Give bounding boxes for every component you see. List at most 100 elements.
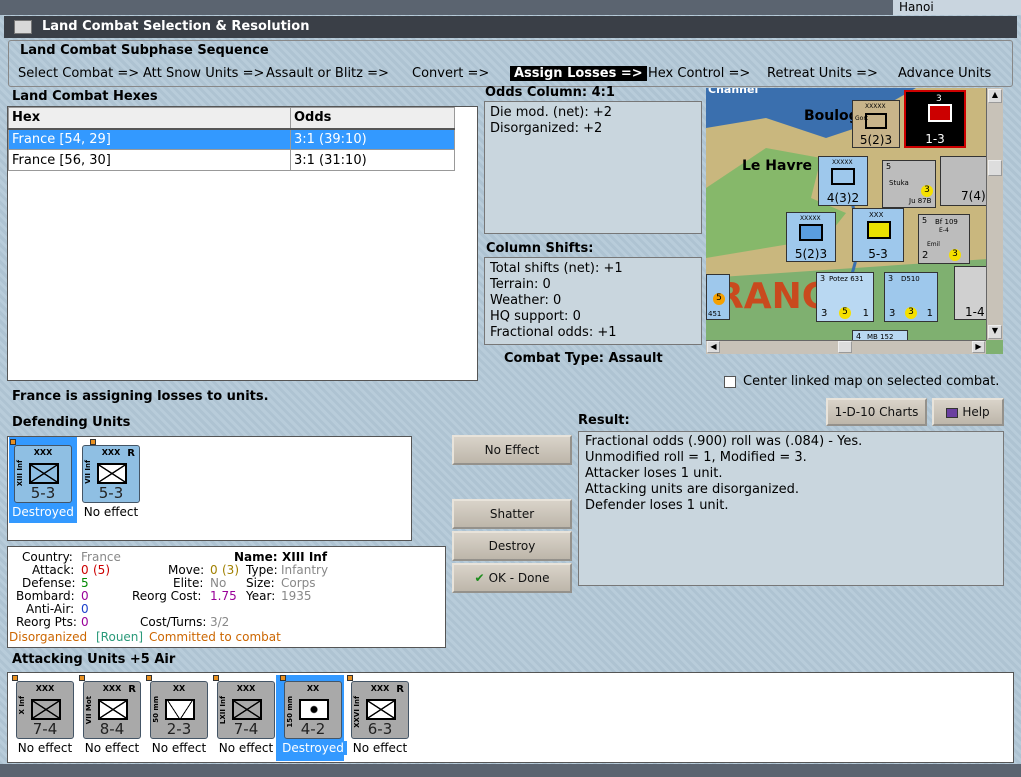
unit-marker — [146, 675, 152, 681]
hex-cell: France [56, 30] — [8, 149, 291, 171]
scroll-up-icon[interactable]: ▲ — [988, 89, 1002, 103]
map-unit-strength: 4(3)2 — [826, 191, 860, 205]
attacking-unit[interactable]: XXX X Inf 7-4 — [16, 681, 74, 739]
map-unit-potez[interactable]: 3 Potez 631 3 5 1 — [816, 272, 874, 322]
table-row[interactable]: France [56, 30] 3:1 (31:10) — [8, 149, 455, 171]
linked-map[interactable]: Channel Boulog Le Havre RANC XXXXX Gort … — [706, 88, 1003, 354]
map-unit-symbol — [831, 168, 855, 185]
infantry-icon — [31, 699, 61, 720]
shift-line: Total shifts (net): +1 — [490, 261, 623, 276]
reorg-cost-value: 1.75 — [210, 589, 237, 603]
map-unit-d510[interactable]: 3 D510 3 3 1 — [884, 272, 938, 322]
map-unit-billotte[interactable]: XXXXX 5(2)3 — [786, 212, 836, 262]
defending-units-panel: XXX XIII Inf 5-3 Destroyed XXX VII Inf R… — [7, 436, 412, 541]
map-unit-name: Potez 631 — [829, 275, 864, 283]
unit-marker — [12, 675, 18, 681]
taskbar-tab-hanoi[interactable]: Hanoi — [893, 0, 1021, 15]
attacking-unit[interactable]: XXX LXII Inf 7-4 — [217, 681, 275, 739]
unit-details-panel: Country: France Attack: 0 (5) Defense: 5… — [7, 546, 446, 648]
map-unit-gort[interactable]: XXXXX Gort 5(2)3 — [852, 100, 900, 148]
attacking-unit[interactable]: XXX XXVI Inf R 6-3 — [351, 681, 409, 739]
attacking-unit[interactable]: XX 50 mm 2-3 — [150, 681, 208, 739]
map-unit-top-number: 5 — [886, 162, 892, 171]
attacking-unit[interactable]: XXX VII Mot R 8-4 — [83, 681, 141, 739]
map-unit-strength: 1-4 — [965, 305, 985, 319]
country-value: France — [81, 550, 121, 564]
unit-size: XXX — [236, 684, 256, 693]
help-button[interactable]: Help — [932, 398, 1004, 426]
map-unit-name: Gort — [855, 115, 869, 122]
map-unit-sub: 451 — [708, 310, 722, 318]
scroll-left-icon[interactable]: ◀ — [707, 341, 720, 353]
destroy-button[interactable]: Destroy — [452, 531, 572, 561]
unit-name: X Inf — [18, 696, 26, 715]
defending-unit-vii-inf[interactable]: XXX VII Inf R 5-3 — [82, 445, 140, 503]
unit-strength: 6-3 — [367, 720, 393, 738]
hexes-table-panel: Hex Odds France [54, 29] 3:1 (39:10) Fra… — [7, 106, 478, 381]
map-unit-bf109[interactable]: 5 Bf 109 E-4 Emil 2 3 — [918, 214, 970, 264]
map-unit-strength: 5(2)3 — [794, 247, 828, 261]
map-unit-stuka[interactable]: 5 Stuka Ju 87B 3 — [882, 160, 936, 208]
map-unit-top-number: 3 — [888, 274, 894, 283]
charts-button[interactable]: 1-D-10 Charts — [826, 398, 927, 426]
map-unit-georges[interactable]: XXXXX 4(3)2 — [818, 156, 868, 206]
map-unit-pilot: Emil — [927, 241, 940, 248]
attack-value: 0 — [81, 563, 89, 577]
map-unit-att: 3 — [821, 308, 828, 319]
location-flag: [Rouen] — [96, 630, 144, 644]
unit-name: XIII Inf — [16, 460, 24, 487]
status-text: France is assigning losses to units. — [12, 389, 269, 404]
table-row[interactable]: France [54, 29] 3:1 (39:10) — [8, 128, 455, 150]
map-unit-top-number: 3 — [936, 94, 942, 104]
window-system-icon[interactable] — [14, 20, 32, 34]
taskbar: Hanoi — [0, 0, 1021, 15]
odds-heading: Odds Column: 4:1 — [485, 85, 615, 100]
result-line: Defender loses 1 unit. — [585, 498, 729, 513]
reorg-pts-value: 0 — [81, 615, 89, 629]
attacking-unit[interactable]: XX 150 mm 4-2 — [284, 681, 342, 739]
cost-turns-value: 3/2 — [210, 615, 230, 629]
shatter-button[interactable]: Shatter — [452, 499, 572, 529]
map-horizontal-scrollbar[interactable]: ◀ ▶ — [706, 340, 986, 354]
sequence-heading: Land Combat Subphase Sequence — [20, 43, 269, 58]
seq-att-snow: Att Snow Units => — [143, 66, 265, 81]
map-unit-symbol — [928, 104, 952, 122]
antiair-label: Anti-Air: — [26, 602, 75, 616]
defending-unit-status: No effect — [83, 505, 139, 519]
window-title: Land Combat Selection & Resolution — [42, 19, 310, 34]
map-france-label: RANC — [716, 276, 829, 317]
ok-done-button[interactable]: ✔ OK - Done — [452, 563, 572, 593]
map-unit-xiii[interactable]: XXX 5-3 — [852, 208, 904, 262]
ok-done-label: OK - Done — [488, 571, 550, 585]
seq-assign-losses: Assign Losses => — [510, 66, 647, 81]
unit-marker — [10, 439, 16, 445]
hex-column-header[interactable]: Hex — [8, 107, 291, 130]
odds-column-header[interactable]: Odds — [290, 107, 455, 130]
defending-unit-xiii-inf[interactable]: XXX XIII Inf 5-3 — [14, 445, 72, 503]
scroll-thumb[interactable] — [988, 160, 1002, 176]
map-unit-sub: Ju 87B — [909, 197, 932, 205]
window-title-bar: Land Combat Selection & Resolution — [4, 16, 1017, 38]
map-unit-red[interactable]: 3 1-3 — [904, 90, 966, 148]
map-boulogne-label: Boulog — [804, 108, 859, 124]
scroll-down-icon[interactable]: ▼ — [988, 325, 1002, 339]
scroll-right-icon[interactable]: ▶ — [972, 341, 985, 353]
no-effect-button[interactable]: No Effect — [452, 435, 572, 465]
unit-size: XXX — [33, 448, 53, 457]
artillery-icon — [165, 699, 195, 720]
help-label: Help — [962, 405, 990, 419]
seq-convert: Convert => — [412, 66, 490, 81]
map-unit-left[interactable]: 5 451 — [706, 274, 730, 320]
map-vertical-scrollbar[interactable]: ▲ ▼ — [986, 88, 1003, 340]
map-unit-symbol — [865, 113, 887, 129]
scroll-thumb[interactable] — [838, 341, 852, 353]
move-value: 0 — [210, 563, 218, 577]
odds-cell: 3:1 (31:10) — [290, 149, 455, 171]
map-unit-badge: 3 — [921, 185, 933, 197]
move-label: Move: — [168, 563, 205, 577]
attacking-heading: Attacking Units +5 Air — [12, 652, 176, 667]
map-unit-top-number: 5 — [922, 216, 928, 225]
committed-flag: Committed to combat — [149, 630, 281, 644]
unit-strength: 5-3 — [30, 484, 56, 502]
center-map-checkbox[interactable] — [724, 376, 736, 388]
